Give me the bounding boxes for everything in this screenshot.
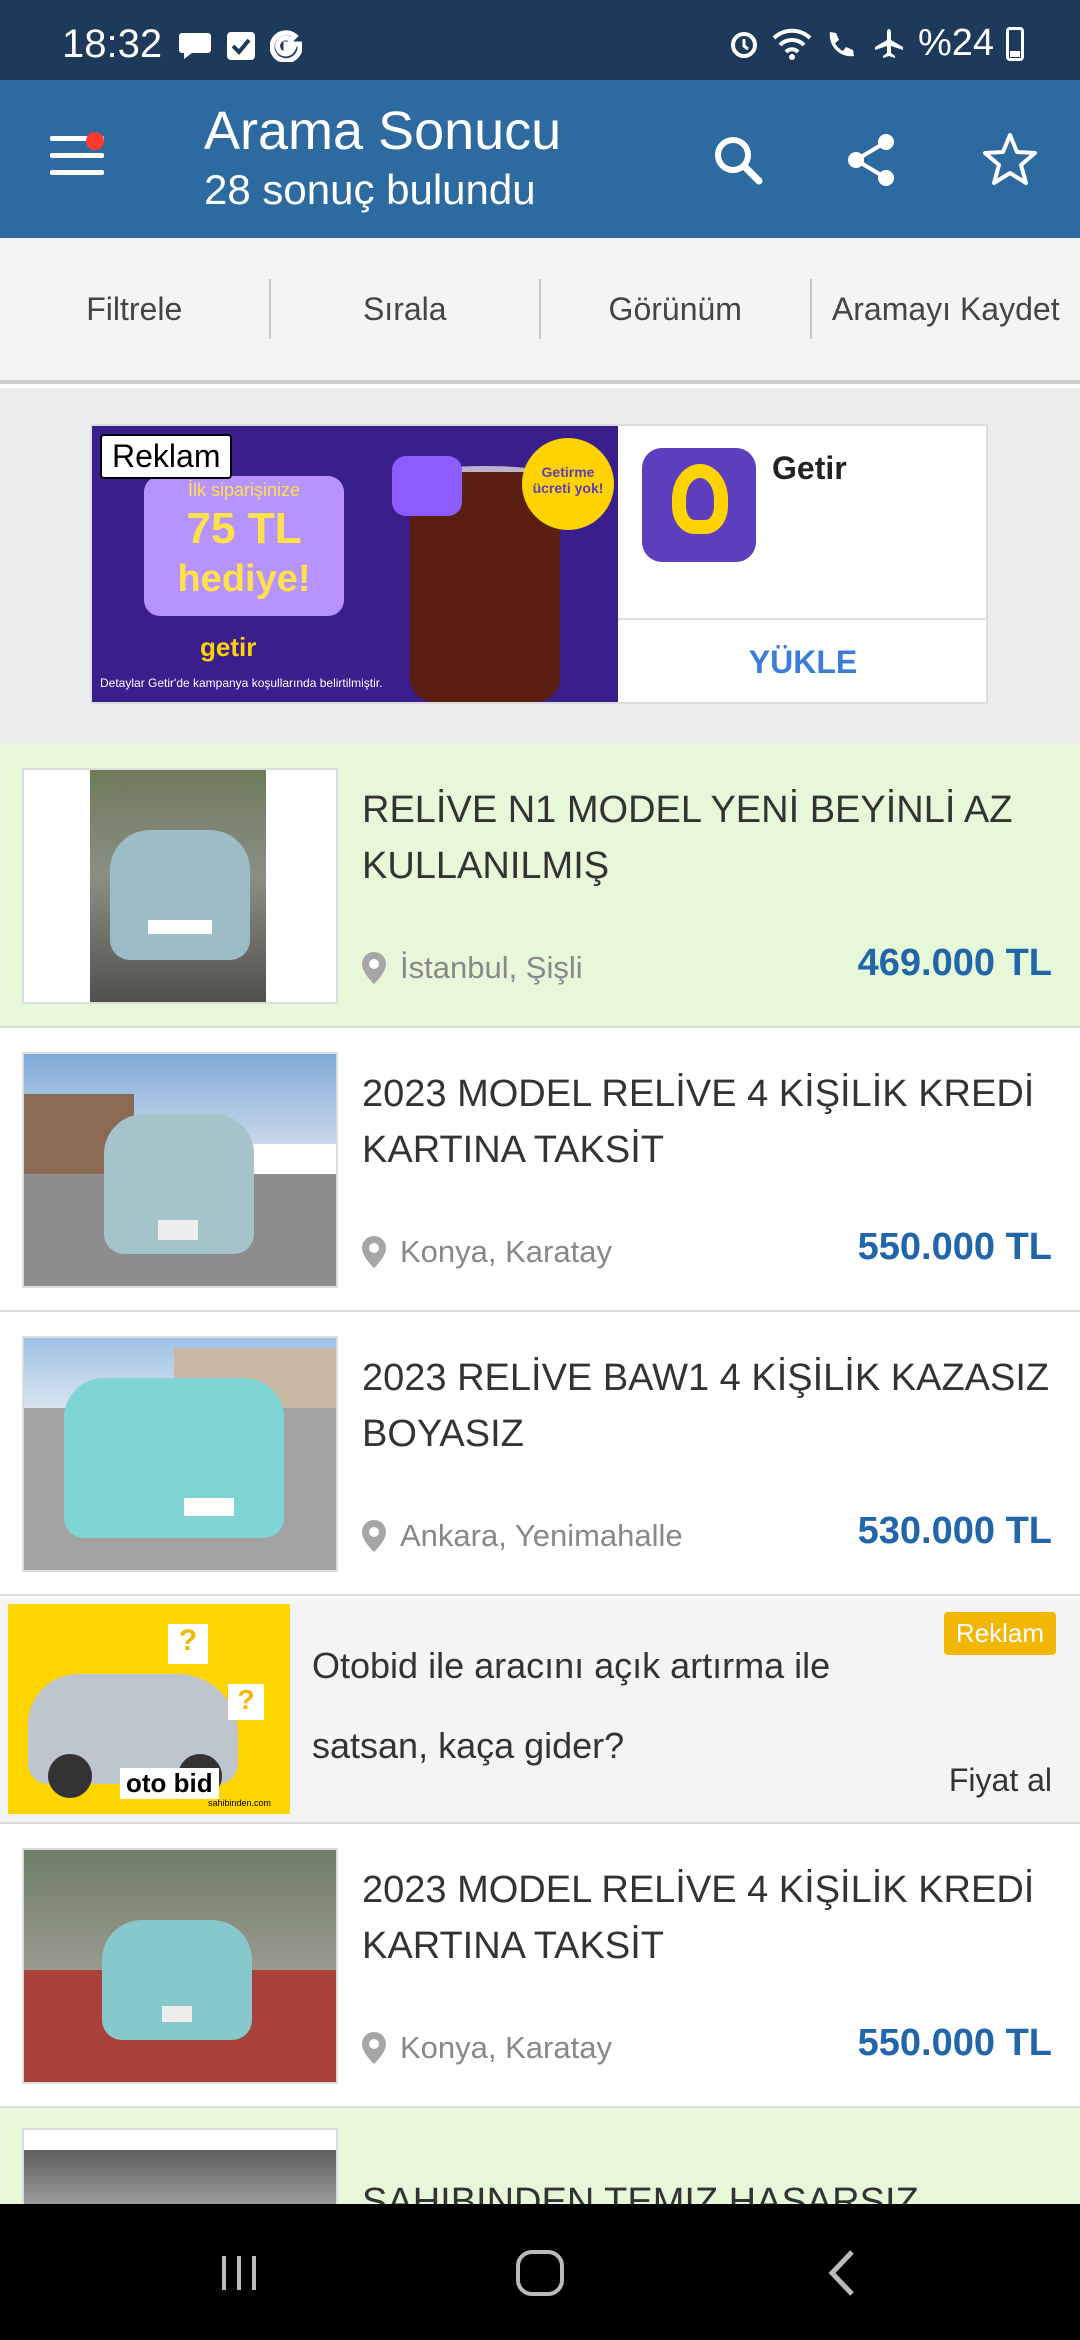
banner-disclaimer: Detaylar Getir'de kampanya koşullarında … — [100, 676, 383, 690]
app-bar: Arama Sonucu 28 sonuç bulundu — [0, 80, 1080, 238]
status-time: 18:32 — [62, 22, 163, 66]
ad-tag: Reklam — [943, 1612, 1056, 1655]
location-pin-icon — [362, 2032, 386, 2064]
status-bar: 18:32 %24 — [0, 0, 1080, 80]
result-count: 28 sonuç bulundu — [204, 166, 536, 213]
listing-price: 469.000 TL — [857, 942, 1052, 984]
listing-item[interactable]: 2023 RELİVE BAW1 4 KİŞİLİK KAZASIZ BOYAS… — [0, 1312, 1080, 1596]
install-button[interactable]: YÜKLE — [618, 618, 988, 702]
listing-location: Konya, Karatay — [400, 2030, 612, 2065]
share-icon[interactable] — [842, 130, 902, 190]
google-icon — [270, 30, 302, 62]
ad-banner-image[interactable]: Getirme ücreti yok! İlk siparişinize 75 … — [92, 426, 618, 702]
listing-location: Konya, Karatay — [400, 1234, 612, 1269]
recent-apps-icon[interactable] — [214, 2248, 264, 2298]
battery-level: %24 — [917, 22, 994, 64]
otobid-ad[interactable]: ? ? oto bid sahibinden.com Otobid ile ar… — [0, 1598, 1080, 1824]
listing-location: Ankara, Yenimahalle — [400, 1518, 683, 1553]
save-search-button[interactable]: Aramayı Kaydet — [812, 279, 1080, 339]
listing-photo — [22, 768, 338, 1004]
ad-app-name: Getir — [772, 450, 847, 486]
heart-chat-icon — [392, 456, 462, 516]
airplane-icon — [874, 28, 903, 58]
home-icon[interactable] — [514, 2248, 566, 2298]
wifi-calling-icon — [829, 31, 854, 56]
otobid-logo: oto bid — [120, 1768, 219, 1799]
listing-location: İstanbul, Şişli — [400, 950, 583, 985]
listing-title: RELİVE N1 MODEL YENİ BEYİNLİ AZ KULLANIL… — [362, 789, 1013, 887]
view-button[interactable]: Görünüm — [541, 279, 812, 339]
banner-brand: getir — [200, 632, 257, 662]
location-pin-icon — [362, 1520, 386, 1552]
listing-title: 2023 MODEL RELİVE 4 KİŞİLİK KREDİ KARTIN… — [362, 1073, 1035, 1171]
alarm-icon — [730, 31, 757, 58]
ad-section: Getirme ücreti yok! İlk siparişinize 75 … — [0, 388, 1080, 744]
sort-button[interactable]: Sırala — [271, 279, 541, 339]
star-icon[interactable] — [980, 130, 1040, 190]
listing-item[interactable]: 2023 MODEL RELİVE 4 KİŞİLİK KREDİ KARTIN… — [0, 1028, 1080, 1312]
listing-title: 2023 MODEL RELİVE 4 KİŞİLİK KREDİ KARTIN… — [362, 1869, 1035, 1967]
getir-ad[interactable]: Getirme ücreti yok! İlk siparişinize 75 … — [90, 424, 988, 704]
filter-button[interactable]: Filtrele — [0, 279, 271, 339]
search-icon[interactable] — [708, 130, 768, 190]
listing-photo — [22, 1336, 338, 1572]
otobid-logo-sub: sahibinden.com — [208, 1798, 272, 1808]
get-price-link[interactable]: Fiyat al — [949, 1762, 1052, 1799]
listing-title: SAHIBINDEN TEMIZ HASARSIZ — [362, 2181, 919, 2204]
banner-badge: Getirme ücreti yok! — [522, 438, 614, 530]
listing-photo — [22, 1052, 338, 1288]
otobid-ad-image: ? ? oto bid sahibinden.com — [8, 1604, 290, 1814]
action-toolbar: Filtrele Sırala Görünüm Aramayı Kaydet — [0, 238, 1080, 384]
gift-card: İlk siparişinize 75 TL hediye! — [144, 476, 344, 616]
listing-photo — [22, 1848, 338, 2084]
listing-item[interactable]: 2023 MODEL RELİVE 4 KİŞİLİK KREDİ KARTIN… — [0, 1824, 1080, 2108]
listing-title: 2023 RELİVE BAW1 4 KİŞİLİK KAZASIZ BOYAS… — [362, 1357, 1050, 1455]
listing-price: 550.000 TL — [857, 1226, 1052, 1268]
listing-item[interactable]: RELİVE N1 MODEL YENİ BEYİNLİ AZ KULLANIL… — [0, 744, 1080, 1028]
listing-photo — [22, 2128, 338, 2204]
ad-app-panel: Getir YÜKLE — [618, 426, 988, 702]
notification-dot — [86, 132, 104, 150]
listing-item[interactable]: SAHIBINDEN TEMIZ HASARSIZ — [0, 2108, 1080, 2204]
page-title: Arama Sonucu — [204, 101, 562, 161]
chat-icon — [179, 33, 211, 59]
listing-price: 530.000 TL — [857, 1510, 1052, 1552]
back-icon[interactable] — [822, 2248, 862, 2298]
location-pin-icon — [362, 952, 386, 984]
otobid-ad-text: Otobid ile aracını açık artırma ile sats… — [312, 1645, 831, 1766]
battery-icon — [1006, 26, 1024, 61]
getir-app-icon — [642, 448, 756, 562]
checkbox-icon — [227, 32, 255, 60]
location-pin-icon — [362, 1236, 386, 1268]
wifi-icon — [772, 28, 812, 60]
ad-tag: Reklam — [100, 434, 233, 479]
system-nav-bar — [0, 2204, 1080, 2340]
listing-price: 550.000 TL — [857, 2022, 1052, 2064]
